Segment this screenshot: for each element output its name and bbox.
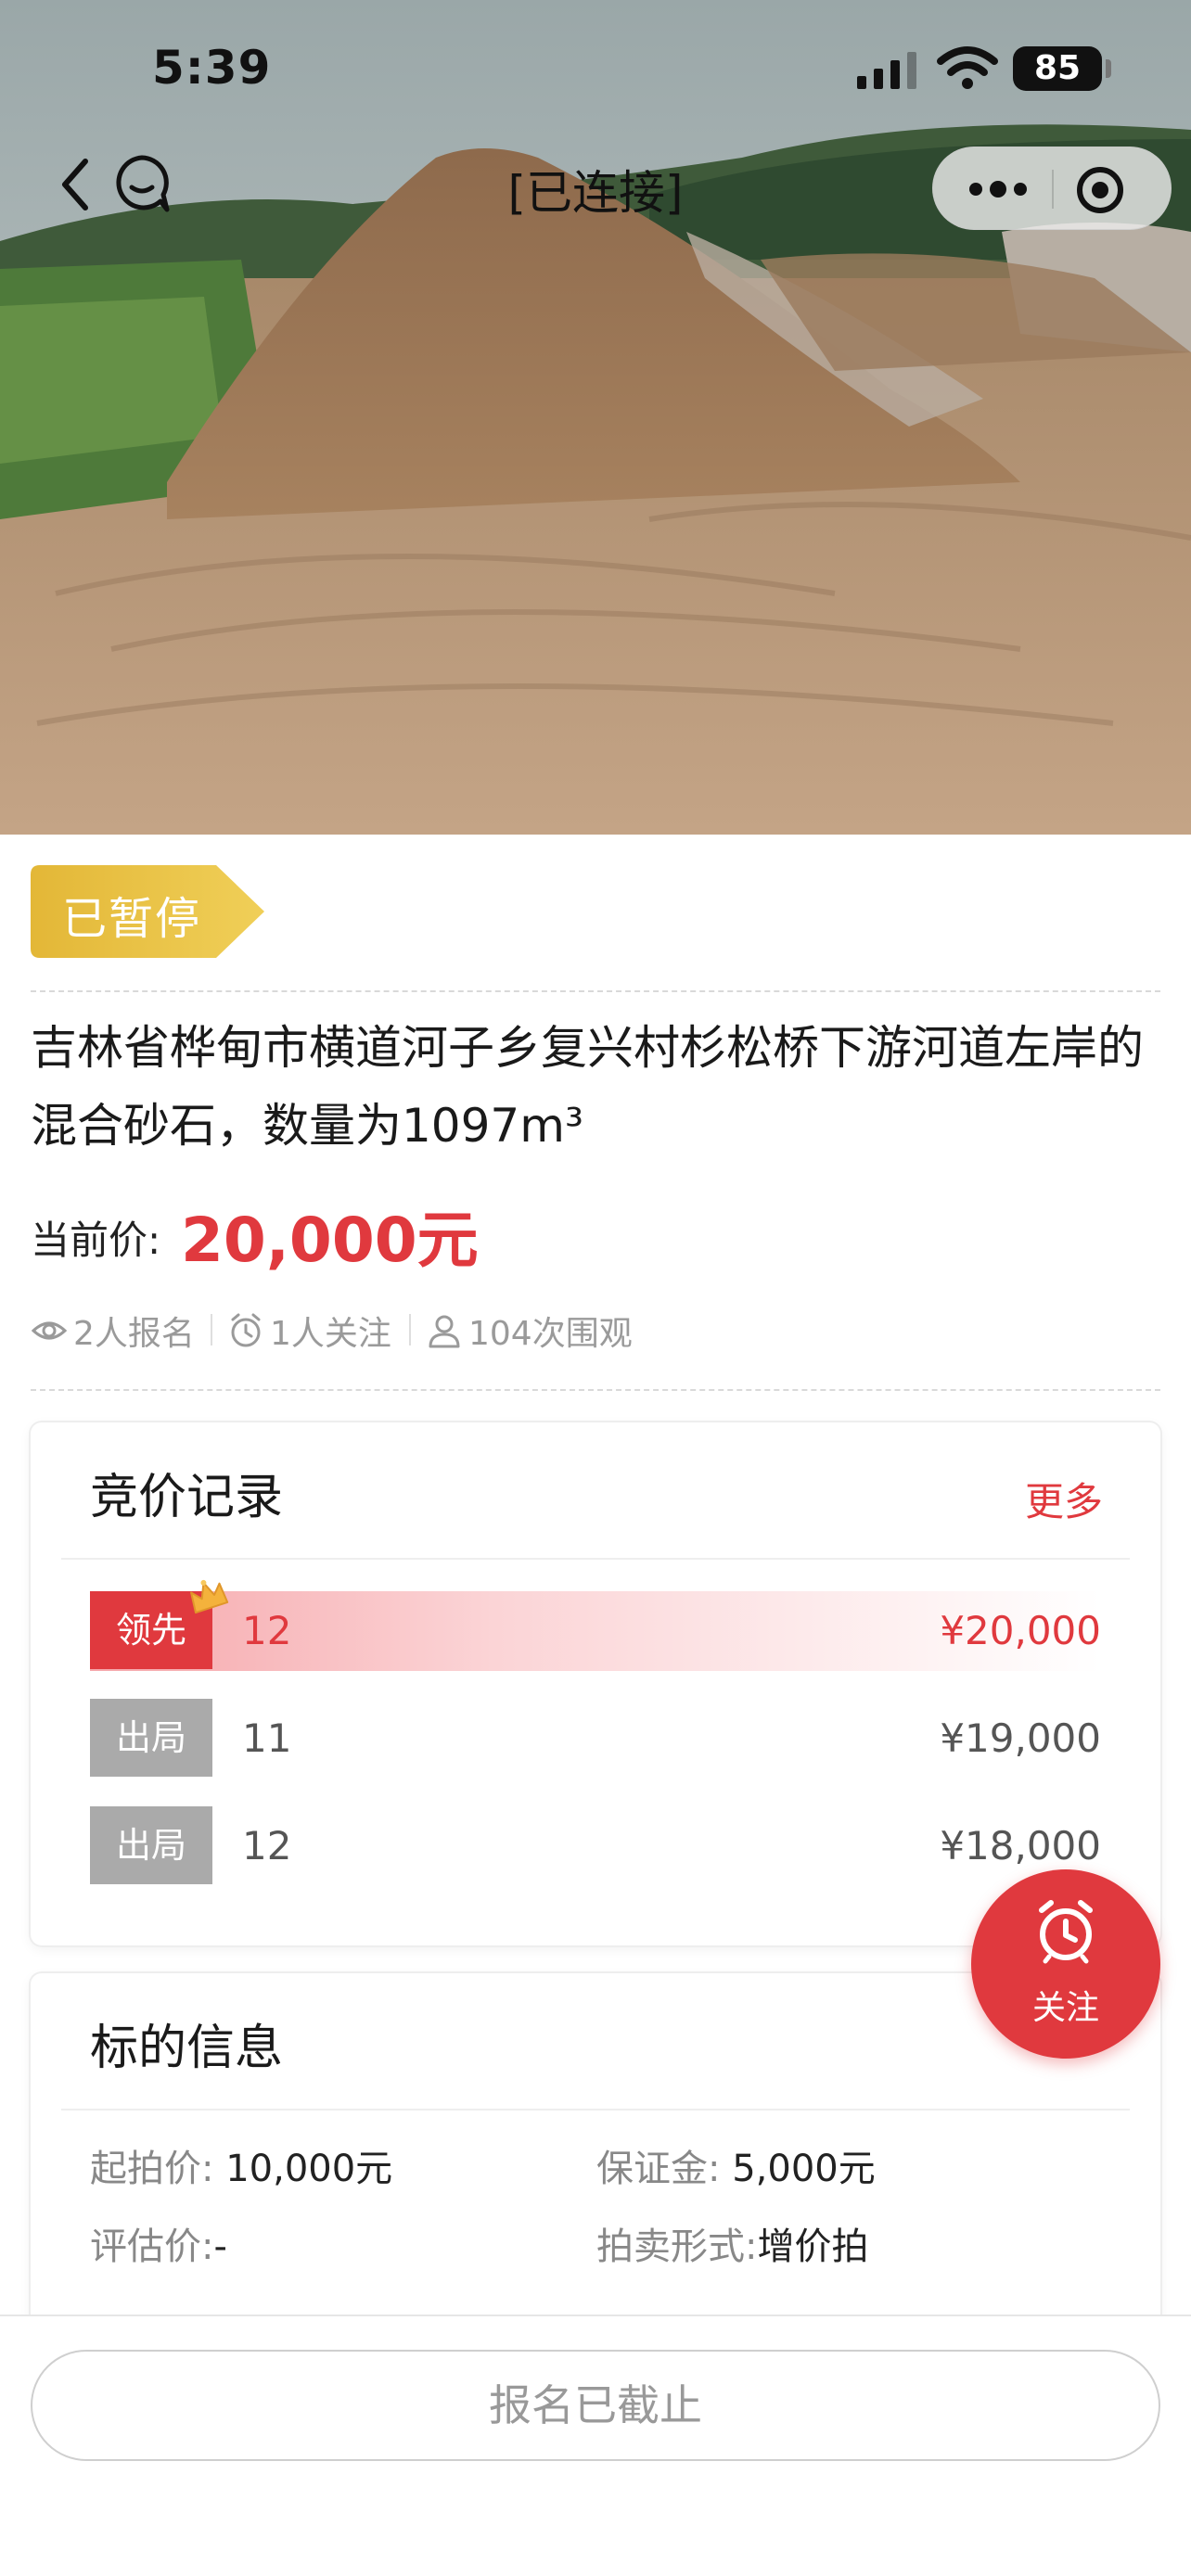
- eye-icon: [31, 1321, 68, 1340]
- stat-separator: [211, 1314, 212, 1345]
- follow-count: 1人关注: [270, 1315, 391, 1353]
- bidder-id: 12: [242, 1608, 292, 1653]
- signup-closed-button[interactable]: 报名已截止: [31, 2350, 1160, 2461]
- deposit-value: 5,000元: [732, 2148, 876, 2190]
- bid-record-row: 领先 12 ¥20,000: [90, 1579, 1101, 1671]
- bid-status-badge: 出局: [90, 1699, 212, 1777]
- view-count: 104次围观: [468, 1315, 633, 1353]
- follow-stat: 1人关注: [227, 1307, 391, 1355]
- battery-cap: [1106, 59, 1111, 78]
- status-tag: 已暂停: [31, 865, 264, 958]
- lot-title: 吉林省桦甸市横道河子乡复兴村杉松桥下游河道左岸的混合砂石，数量为1097m³: [31, 1021, 1144, 1153]
- bid-records-card: 竞价记录 更多 领先 12 ¥20,000 出局 11 ¥19,000 出局 1…: [31, 1422, 1160, 1945]
- auction-type-label: 拍卖形式:: [596, 2225, 758, 2268]
- bid-record-row: 出局 12 ¥18,000: [90, 1806, 1101, 1886]
- appraisal-label: 评估价:: [90, 2225, 214, 2268]
- bid-amount: ¥19,000: [940, 1715, 1101, 1761]
- deposit-item: 保证金: 5,000元: [596, 2138, 876, 2192]
- subject-info-title: 标的信息: [90, 2021, 284, 2076]
- mini-program-capsule: [932, 147, 1172, 230]
- status-tag-label: 已暂停: [62, 893, 202, 945]
- bidder-id: 12: [242, 1823, 292, 1868]
- bid-record-row: 出局 11 ¥19,000: [90, 1699, 1101, 1779]
- stat-separator: [409, 1314, 411, 1345]
- capsule-divider: [1052, 170, 1054, 209]
- signup-stat: 2人报名: [31, 1307, 195, 1355]
- bid-status-badge: 出局: [90, 1806, 212, 1884]
- auction-type-value: 增价拍: [757, 2225, 869, 2268]
- signup-count: 2人报名: [73, 1315, 195, 1353]
- bid-records-title: 竞价记录: [90, 1470, 284, 1525]
- price-value: 20,000元: [181, 1205, 479, 1276]
- status-bar: 5:39 85: [0, 0, 1191, 139]
- wifi-icon: [937, 46, 998, 89]
- subject-info-card: 标的信息 起拍价: 10,000元 保证金: 5,000元 评估价:- 拍卖形式…: [31, 1973, 1160, 2363]
- more-options-icon[interactable]: [961, 168, 1035, 210]
- bidder-id: 11: [242, 1715, 292, 1761]
- nav-bar: [已连接]: [0, 139, 1191, 232]
- start-price-label: 起拍价:: [90, 2148, 214, 2190]
- bid-records-more-link[interactable]: 更多: [1025, 1471, 1103, 1527]
- bid-amount: ¥18,000: [940, 1823, 1101, 1868]
- auction-type-item: 拍卖形式:增价拍: [596, 2216, 868, 2270]
- bid-amount: ¥20,000: [940, 1608, 1101, 1653]
- person-icon: [429, 1315, 460, 1348]
- divider: [31, 1389, 1160, 1391]
- deposit-label: 保证金:: [596, 2148, 721, 2190]
- card-divider: [61, 2109, 1130, 2111]
- alarm-clock-icon: [1039, 1900, 1093, 1964]
- start-price-item: 起拍价: 10,000元: [90, 2138, 392, 2192]
- cellular-signal-icon: [857, 52, 916, 89]
- view-stat: 104次围观: [426, 1307, 633, 1355]
- alarm-clock-icon: [231, 1313, 261, 1347]
- divider: [31, 990, 1160, 992]
- bottom-action-bar: 报名已截止: [0, 2315, 1191, 2576]
- price-label: 当前价:: [31, 1218, 161, 1263]
- follow-button[interactable]: 关注: [971, 1869, 1160, 2059]
- follow-button-label: 关注: [1031, 1989, 1099, 2027]
- close-mini-program-icon[interactable]: [1074, 164, 1126, 216]
- start-price-value: 10,000元: [225, 2148, 393, 2190]
- battery-indicator: 85: [1013, 46, 1102, 91]
- appraisal-value: -: [213, 2225, 227, 2268]
- appraisal-item: 评估价:-: [90, 2216, 227, 2270]
- card-divider: [61, 1558, 1130, 1560]
- status-time: 5:39: [152, 41, 272, 95]
- crown-icon: [190, 1579, 229, 1614]
